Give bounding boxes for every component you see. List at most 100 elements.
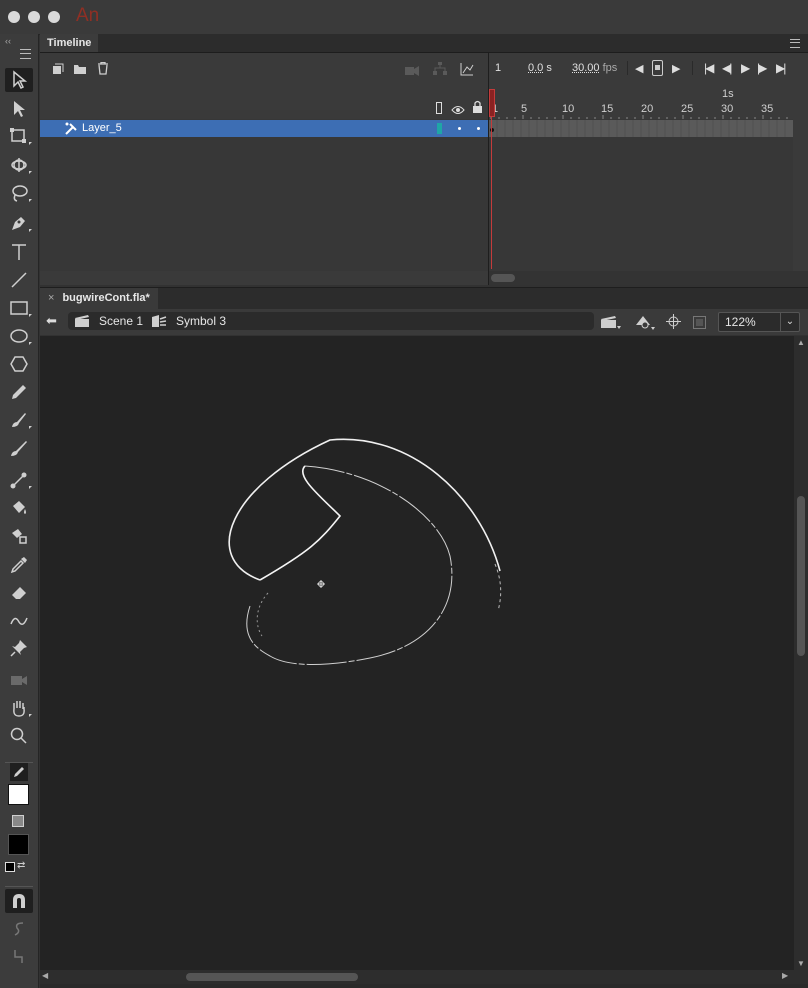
timeline-scroll-thumb[interactable] (491, 274, 515, 282)
timeline-divider[interactable] (488, 53, 489, 285)
current-frame[interactable]: 1 (495, 62, 501, 74)
play-icon[interactable]: ▶ (741, 61, 750, 75)
back-arrow-icon[interactable]: ⬅ (46, 313, 57, 329)
edit-scene-button[interactable] (600, 314, 622, 330)
paint-brush-tool[interactable] (5, 408, 33, 432)
previous-keyframe-icon[interactable]: ◀ (635, 62, 643, 75)
stage-horizontal-scrollbar[interactable]: ◀ ▶ (40, 970, 808, 984)
smooth-button[interactable] (5, 917, 33, 941)
next-keyframe-icon[interactable]: ▶ (672, 62, 680, 75)
eraser-tool[interactable] (5, 580, 33, 604)
eye-icon[interactable] (451, 102, 465, 114)
paint-bucket-tool[interactable] (5, 496, 33, 520)
timeline-tab[interactable]: Timeline (40, 34, 99, 52)
pose-layer-icon (65, 122, 77, 135)
elapsed-time[interactable]: 0.0 s (528, 62, 552, 74)
horizontal-scroll-thumb[interactable] (186, 973, 358, 981)
stroke-color-swatch[interactable] (8, 784, 29, 805)
scroll-down-icon[interactable]: ▼ (797, 959, 805, 968)
zoom-tool[interactable] (5, 724, 33, 748)
playhead[interactable] (489, 89, 495, 269)
frame-ruler[interactable]: 1 5 10 15 20 25 30 35 (489, 103, 793, 119)
close-tab-icon[interactable]: × (48, 292, 54, 304)
breadcrumb-scene[interactable]: Scene 1 (99, 314, 143, 328)
ruler-tick: 30 (721, 103, 734, 115)
edit-symbols-button[interactable] (634, 313, 656, 331)
swap-colors-icon[interactable]: ⇄ (17, 860, 25, 871)
straighten-button[interactable] (5, 944, 33, 968)
vertical-scroll-thumb[interactable] (797, 496, 805, 656)
polystar-tool[interactable] (5, 352, 33, 376)
eyedropper-tool[interactable] (5, 553, 33, 577)
hand-tool[interactable] (5, 696, 33, 720)
scroll-right-icon[interactable]: ▶ (782, 971, 788, 980)
zoom-dropdown[interactable]: 122% ⌄ (718, 312, 800, 332)
step-forward-icon[interactable]: |▶ (757, 61, 767, 75)
bone-tool[interactable] (5, 468, 33, 492)
minimize-window-button[interactable] (28, 11, 40, 23)
camera-toggle-icon[interactable] (405, 63, 419, 76)
line-tool[interactable] (5, 268, 33, 292)
go-to-last-frame-icon[interactable]: ▶| (776, 61, 786, 75)
snap-to-objects-button[interactable] (5, 889, 33, 913)
go-to-first-frame-icon[interactable]: |◀ (704, 61, 714, 75)
timeline-hscroll[interactable] (489, 271, 808, 285)
delete-layer-button[interactable] (97, 61, 109, 75)
add-keyframe-icon[interactable] (652, 60, 663, 76)
clip-content-icon[interactable] (693, 316, 706, 329)
outline-toggle-icon[interactable] (436, 102, 442, 114)
fill-color-swatch[interactable] (8, 834, 29, 855)
timeline-panel-header: Timeline (40, 34, 808, 53)
layer-depth-icon[interactable] (433, 62, 447, 75)
stage-canvas[interactable] (40, 336, 794, 970)
new-layer-button[interactable] (52, 62, 64, 74)
oval-tool[interactable] (5, 324, 33, 348)
clapper-dropdown-icon (601, 316, 621, 329)
elapsed-time-value: 0.0 (528, 62, 544, 74)
frame-rate[interactable]: 30.00 fps (572, 62, 617, 74)
visibility-dot[interactable] (458, 127, 461, 130)
stroke-color-tool[interactable] (5, 760, 33, 784)
lasso-tool[interactable] (5, 181, 33, 205)
zoom-window-button[interactable] (48, 11, 60, 23)
panel-menu-icon[interactable] (790, 39, 800, 48)
fill-bucket-icon[interactable] (12, 815, 24, 827)
layer-name[interactable]: Layer_5 (82, 122, 122, 134)
close-window-button[interactable] (8, 11, 20, 23)
camera-tool[interactable] (5, 668, 33, 692)
pencil-tool[interactable] (5, 380, 33, 404)
pen-tool[interactable] (5, 211, 33, 235)
lock-dot[interactable] (477, 127, 480, 130)
width-tool[interactable] (5, 608, 33, 632)
separator (627, 61, 628, 75)
layer-frames[interactable] (489, 120, 793, 137)
stage-vertical-scrollbar[interactable]: ▲ ▼ (794, 336, 808, 970)
black-white-icon[interactable] (5, 862, 15, 872)
layer-color-swatch[interactable] (437, 123, 442, 134)
lock-icon[interactable] (472, 100, 483, 113)
rectangle-tool[interactable] (5, 296, 33, 320)
collapse-panel-icon[interactable]: ‹‹ (5, 36, 11, 46)
document-tab[interactable]: × bugwireCont.fla* (40, 288, 158, 309)
scroll-left-icon[interactable]: ◀ (42, 971, 48, 980)
subselection-tool[interactable] (5, 97, 33, 121)
brush-tool[interactable] (5, 436, 33, 460)
panel-menu-icon[interactable] (20, 49, 31, 59)
ruler-tick: 20 (641, 103, 654, 115)
layer-row[interactable]: Layer_5 (40, 120, 488, 137)
chevron-down-icon[interactable]: ⌄ (780, 313, 799, 331)
playhead-handle[interactable] (489, 89, 495, 117)
ink-bottle-tool[interactable] (5, 524, 33, 548)
new-folder-button[interactable] (73, 62, 87, 74)
center-stage-button[interactable] (666, 314, 681, 329)
scroll-up-icon[interactable]: ▲ (797, 338, 805, 347)
graph-icon[interactable] (460, 62, 474, 76)
breadcrumb-symbol[interactable]: Symbol 3 (176, 314, 226, 328)
step-back-icon[interactable]: ◀| (722, 61, 732, 75)
asset-warp-tool[interactable] (5, 636, 33, 660)
ruler-tick: 25 (681, 103, 694, 115)
free-transform-tool[interactable] (5, 124, 33, 148)
text-tool[interactable] (5, 240, 33, 264)
3d-rotation-tool[interactable] (5, 153, 33, 177)
selection-tool[interactable] (5, 68, 33, 92)
